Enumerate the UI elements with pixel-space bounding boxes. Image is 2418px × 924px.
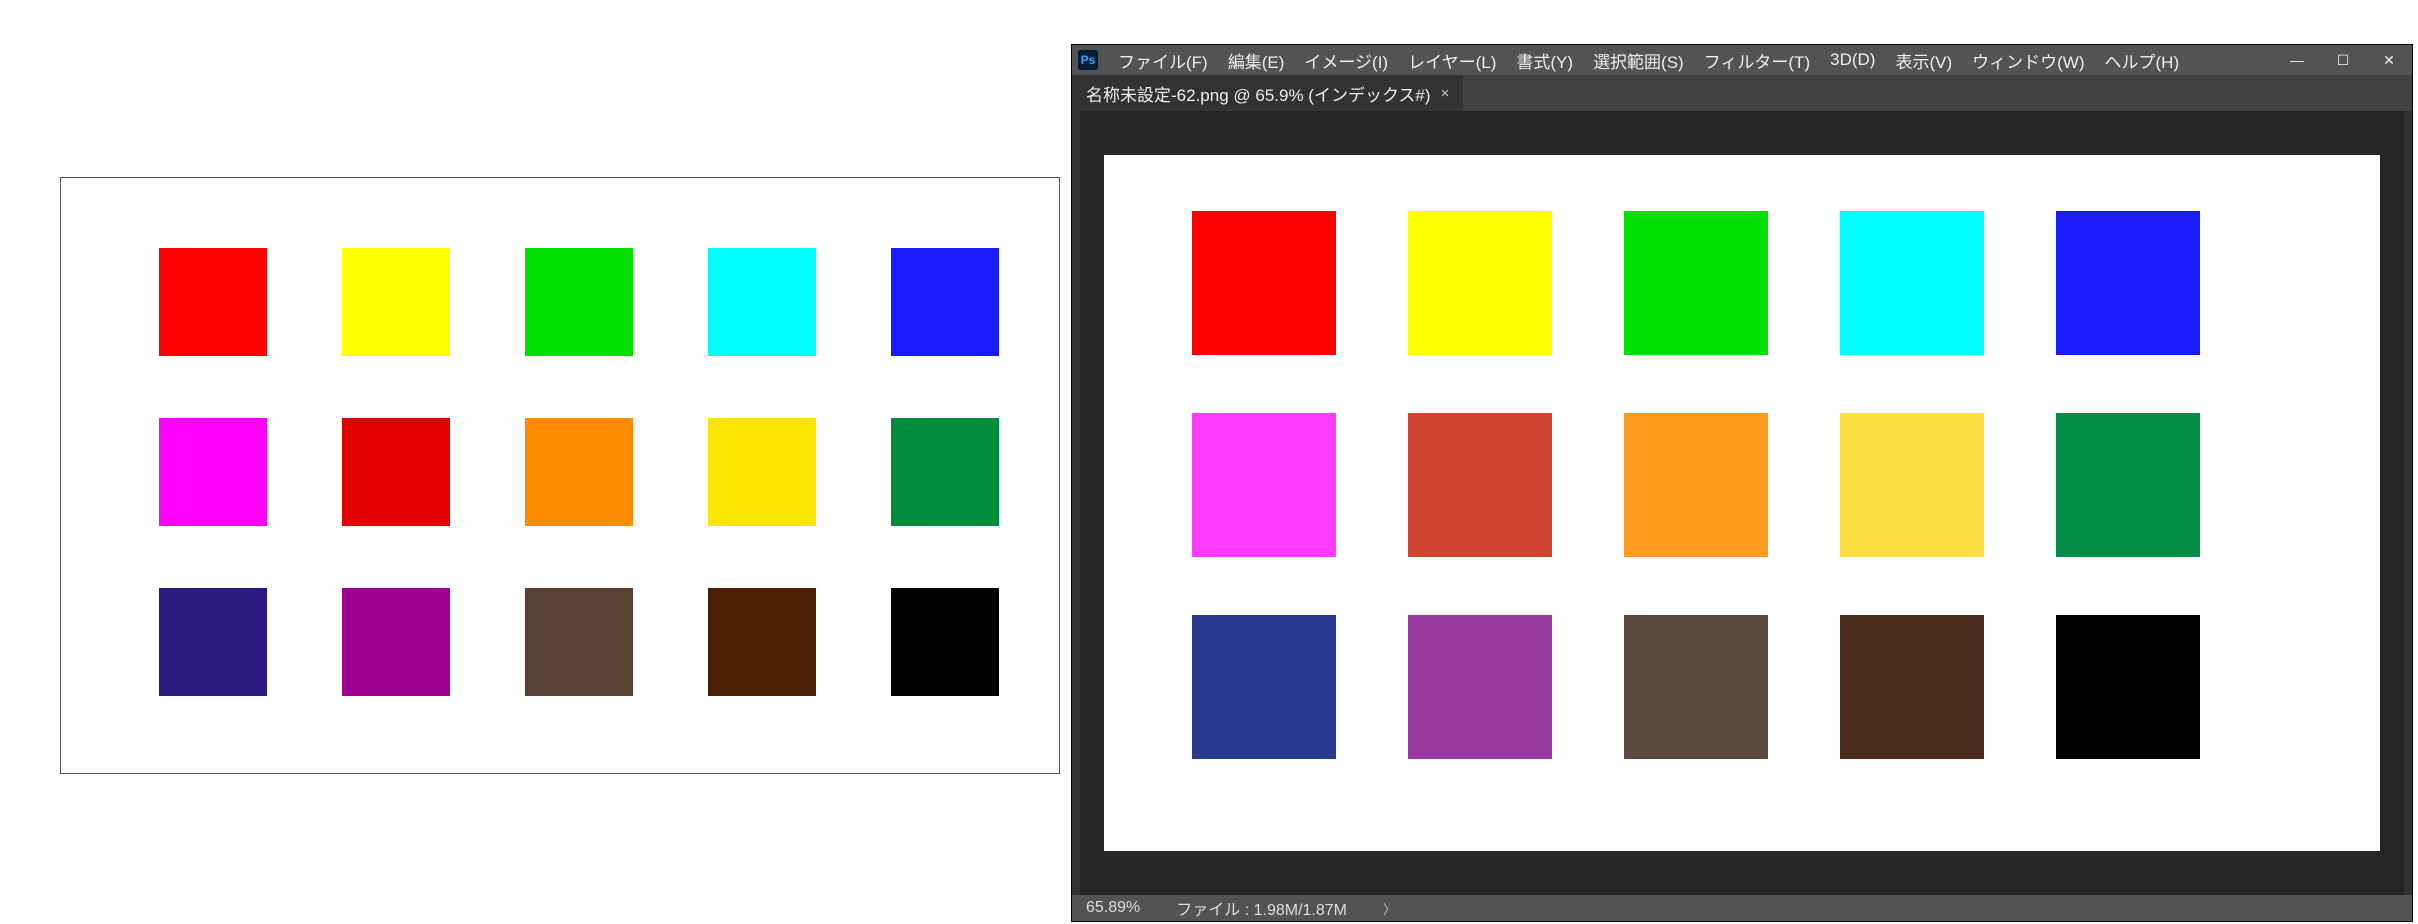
file-info[interactable]: ファイル : 1.98M/1.87M: [1176, 896, 1347, 920]
ref-swatch-10: [891, 418, 999, 526]
canvas-swatch-5: [2056, 211, 2200, 355]
reference-image-frame: [60, 177, 1060, 774]
canvas-swatch-15: [2056, 615, 2200, 759]
canvas-swatch-13: [1624, 615, 1768, 759]
menu-view[interactable]: 表示(V): [1885, 45, 1962, 75]
canvas-swatch-11: [1192, 615, 1336, 759]
ref-swatch-14: [708, 588, 816, 696]
menu-edit[interactable]: 編集(E): [1218, 45, 1295, 75]
ref-swatch-6: [159, 418, 267, 526]
canvas-swatch-4: [1840, 211, 1984, 355]
document-canvas[interactable]: [1104, 155, 2380, 851]
menu-file[interactable]: ファイル(F): [1108, 45, 1218, 75]
photoshop-logo-icon: Ps: [1078, 50, 1098, 70]
canvas-swatch-grid: [1192, 211, 2200, 759]
close-tab-icon[interactable]: ×: [1441, 85, 1450, 102]
ref-swatch-11: [159, 588, 267, 696]
menu-type[interactable]: 書式(Y): [1506, 45, 1583, 75]
canvas-swatch-12: [1408, 615, 1552, 759]
menu-select[interactable]: 選択範囲(S): [1583, 45, 1694, 75]
menu-image[interactable]: イメージ(I): [1294, 45, 1398, 75]
menu-help[interactable]: ヘルプ(H): [2095, 45, 2190, 75]
canvas-swatch-10: [2056, 413, 2200, 557]
menu-window[interactable]: ウィンドウ(W): [1962, 45, 2094, 75]
chevron-right-icon[interactable]: 〉: [1383, 899, 1396, 918]
minimize-button[interactable]: —: [2274, 45, 2320, 75]
canvas-swatch-14: [1840, 615, 1984, 759]
menu-filter[interactable]: フィルター(T): [1694, 45, 1820, 75]
canvas-swatch-7: [1408, 413, 1552, 557]
menu-3d[interactable]: 3D(D): [1820, 45, 1885, 75]
canvas-swatch-8: [1624, 413, 1768, 557]
canvas-swatch-9: [1840, 413, 1984, 557]
status-bar: 65.89% ファイル : 1.98M/1.87M 〉: [1072, 895, 2412, 921]
ref-swatch-4: [708, 248, 816, 356]
document-tab[interactable]: 名称未設定-62.png @ 65.9% (インデックス#) ×: [1072, 75, 1463, 111]
zoom-level[interactable]: 65.89%: [1086, 899, 1140, 917]
canvas-swatch-6: [1192, 413, 1336, 557]
ref-swatch-12: [342, 588, 450, 696]
canvas-swatch-2: [1408, 211, 1552, 355]
document-tab-title: 名称未設定-62.png @ 65.9% (インデックス#): [1086, 81, 1431, 106]
ref-swatch-3: [525, 248, 633, 356]
photoshop-window: Ps ファイル(F) 編集(E) イメージ(I) レイヤー(L) 書式(Y) 選…: [1072, 45, 2412, 921]
canvas-swatch-3: [1624, 211, 1768, 355]
canvas-area[interactable]: [1080, 111, 2404, 895]
ref-swatch-1: [159, 248, 267, 356]
ref-swatch-15: [891, 588, 999, 696]
ref-swatch-13: [525, 588, 633, 696]
menu-bar: Ps ファイル(F) 編集(E) イメージ(I) レイヤー(L) 書式(Y) 選…: [1072, 45, 2412, 75]
ref-swatch-2: [342, 248, 450, 356]
canvas-swatch-1: [1192, 211, 1336, 355]
ref-swatch-7: [342, 418, 450, 526]
document-tab-bar: 名称未設定-62.png @ 65.9% (インデックス#) ×: [1072, 75, 2412, 111]
ref-swatch-8: [525, 418, 633, 526]
ref-swatch-9: [708, 418, 816, 526]
ref-swatch-5: [891, 248, 999, 356]
menu-layer[interactable]: レイヤー(L): [1398, 45, 1506, 75]
reference-swatch-grid: [159, 248, 999, 696]
window-controls: — ☐ ✕: [2274, 45, 2412, 75]
maximize-button[interactable]: ☐: [2320, 45, 2366, 75]
close-window-button[interactable]: ✕: [2366, 45, 2412, 75]
